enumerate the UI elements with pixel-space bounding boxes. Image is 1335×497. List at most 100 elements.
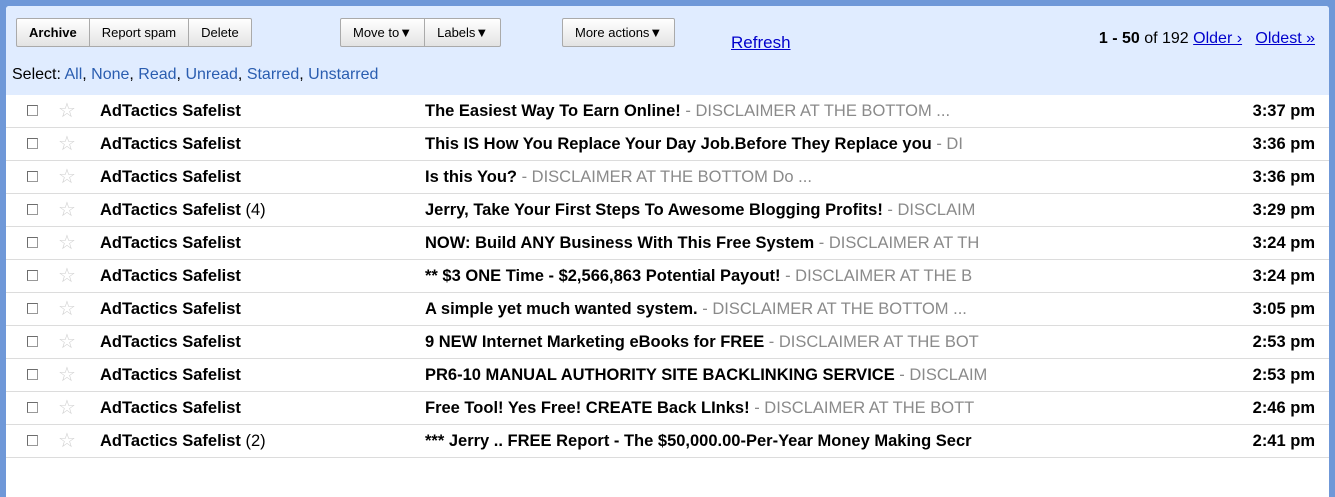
star-icon[interactable]: ☆ [58, 364, 76, 386]
star-icon[interactable]: ☆ [58, 298, 76, 320]
snippet: - DISCLAIMER AT THE BOTT [749, 399, 975, 417]
received-time: 3:36 pm [1252, 135, 1315, 153]
sender-name: AdTactics Safelist [100, 333, 241, 351]
snippet: - DISCLAIM [894, 366, 988, 384]
more-actions-button[interactable]: More actions▼ [562, 18, 676, 47]
star-icon[interactable]: ☆ [58, 166, 76, 188]
select-starred-link[interactable]: Starred [247, 66, 299, 83]
page-range: 1 - 50 [1098, 30, 1140, 47]
select-checkbox[interactable] [27, 171, 38, 182]
total-count: of 192 [1144, 30, 1189, 47]
email-row[interactable]: ☆ AdTactics Safelist This IS How You Repl… [6, 128, 1329, 161]
select-checkbox[interactable] [27, 237, 38, 248]
select-checkbox[interactable] [27, 204, 38, 215]
email-row[interactable]: ☆ AdTactics Safelist ** $3 ONE Time - $2,… [6, 260, 1329, 293]
archive-button[interactable]: Archive [16, 18, 90, 47]
received-time: 2:53 pm [1252, 366, 1315, 384]
subject-line: Is this You? - DISCLAIMER AT THE BOTTOM … [425, 168, 1138, 187]
more-actions-group: More actions▼ [562, 18, 676, 47]
refresh-link[interactable]: Refresh [731, 33, 791, 53]
star-icon[interactable]: ☆ [58, 133, 76, 155]
email-row[interactable]: ☆ AdTactics Safelist 9 NEW Internet Marke… [6, 326, 1329, 359]
select-label: Select: [12, 66, 61, 83]
email-list: ☆ AdTactics Safelist The Easiest Way To E… [6, 95, 1329, 458]
select-checkbox[interactable] [27, 270, 38, 281]
email-row[interactable]: ☆ AdTactics Safelist PR6-10 MANUAL AUTHOR… [6, 359, 1329, 392]
star-icon[interactable]: ☆ [58, 100, 76, 122]
select-unread-link[interactable]: Unread [185, 66, 237, 83]
sender-name: AdTactics Safelist [100, 201, 241, 219]
subject-line: Free Tool! Yes Free! CREATE Back LInks! … [425, 399, 1138, 418]
sender-name: AdTactics Safelist [100, 234, 241, 252]
subject: 9 NEW Internet Marketing eBooks for FREE [425, 333, 765, 351]
snippet: - DISCLAIMER AT TH [814, 234, 980, 252]
select-checkbox[interactable] [27, 336, 38, 347]
subject: This IS How You Replace Your Day Job.Bef… [425, 135, 932, 153]
email-row[interactable]: ☆ AdTactics Safelist Free Tool! Yes Free!… [6, 392, 1329, 425]
subject-line: NOW: Build ANY Business With This Free S… [425, 234, 1138, 253]
select-checkbox[interactable] [27, 105, 38, 116]
subject-line: A simple yet much wanted system. - DISCL… [425, 300, 1138, 319]
star-icon[interactable]: ☆ [58, 199, 76, 221]
thread-count: (2) [245, 432, 266, 450]
subject: ** $3 ONE Time - $2,566,863 Potential Pa… [425, 267, 781, 285]
select-checkbox[interactable] [27, 435, 38, 446]
sender: AdTactics Safelist (2) [100, 432, 266, 451]
star-icon[interactable]: ☆ [58, 331, 76, 353]
sender: AdTactics Safelist [100, 300, 241, 319]
subject: *** Jerry .. FREE Report - The $50,000.0… [425, 432, 972, 450]
delete-button[interactable]: Delete [189, 18, 252, 47]
select-unstarred-link[interactable]: Unstarred [308, 66, 378, 83]
star-icon[interactable]: ☆ [58, 430, 76, 452]
email-row[interactable]: ☆ AdTactics Safelist Is this You? - DISCL… [6, 161, 1329, 194]
sender-name: AdTactics Safelist [100, 267, 241, 285]
select-read-link[interactable]: Read [138, 66, 176, 83]
select-none-link[interactable]: None [91, 66, 129, 83]
received-time: 3:05 pm [1252, 300, 1315, 318]
sender: AdTactics Safelist [100, 366, 241, 385]
email-row[interactable]: ☆ AdTactics Safelist (2) *** Jerry .. FREE… [6, 425, 1329, 458]
email-row[interactable]: ☆ AdTactics Safelist NOW: Build ANY Busin… [6, 227, 1329, 260]
star-icon[interactable]: ☆ [58, 265, 76, 287]
labels-button[interactable]: Labels▼ [425, 18, 502, 47]
snippet: - DISCLAIMER AT THE BOT [764, 333, 979, 351]
email-row[interactable]: ☆ AdTactics Safelist A simple yet much wa… [6, 293, 1329, 326]
sender-name: AdTactics Safelist [100, 399, 241, 417]
sender: AdTactics Safelist [100, 333, 241, 352]
report-spam-button[interactable]: Report spam [89, 18, 190, 47]
subject-line: ** $3 ONE Time - $2,566,863 Potential Pa… [425, 267, 1138, 286]
select-checkbox[interactable] [27, 303, 38, 314]
select-checkbox[interactable] [27, 138, 38, 149]
subject: Free Tool! Yes Free! CREATE Back LInks! [425, 399, 750, 417]
sender: AdTactics Safelist [100, 168, 241, 187]
oldest-link[interactable]: Oldest » [1255, 30, 1315, 47]
select-checkbox[interactable] [27, 402, 38, 413]
sender: AdTactics Safelist [100, 234, 241, 253]
star-icon[interactable]: ☆ [58, 397, 76, 419]
sender-name: AdTactics Safelist [100, 300, 241, 318]
sender-name: AdTactics Safelist [100, 168, 241, 186]
select-checkbox[interactable] [27, 369, 38, 380]
subject-line: The Easiest Way To Earn Online! - DISCLA… [425, 102, 1138, 121]
subject: Jerry, Take Your First Steps To Awesome … [425, 201, 883, 219]
mail-window: Archive Report spam Delete Move to▼ Labe… [6, 6, 1329, 497]
email-row[interactable]: ☆ AdTactics Safelist (4) Jerry, Take Your … [6, 194, 1329, 227]
star-icon[interactable]: ☆ [58, 232, 76, 254]
subject-line: PR6-10 MANUAL AUTHORITY SITE BACKLINKING… [425, 366, 1138, 385]
move-to-button[interactable]: Move to▼ [340, 18, 426, 47]
label-button-group: Move to▼ Labels▼ [340, 18, 502, 47]
subject-line: *** Jerry .. FREE Report - The $50,000.0… [425, 432, 1138, 451]
sender: AdTactics Safelist [100, 102, 241, 121]
sender: AdTactics Safelist (4) [100, 201, 266, 220]
select-all-link[interactable]: All [64, 66, 82, 83]
sender-name: AdTactics Safelist [100, 102, 241, 120]
received-time: 3:29 pm [1252, 201, 1315, 219]
sender-name: AdTactics Safelist [100, 135, 241, 153]
snippet: - DISCLAIMER AT THE BOTTOM ... [697, 300, 967, 318]
subject: NOW: Build ANY Business With This Free S… [425, 234, 815, 252]
snippet: - DISCLAIMER AT THE BOTTOM Do ... [516, 168, 812, 186]
email-row[interactable]: ☆ AdTactics Safelist The Easiest Way To E… [6, 95, 1329, 128]
sender: AdTactics Safelist [100, 399, 241, 418]
sender-name: AdTactics Safelist [100, 432, 241, 450]
older-link[interactable]: Older › [1193, 30, 1242, 47]
